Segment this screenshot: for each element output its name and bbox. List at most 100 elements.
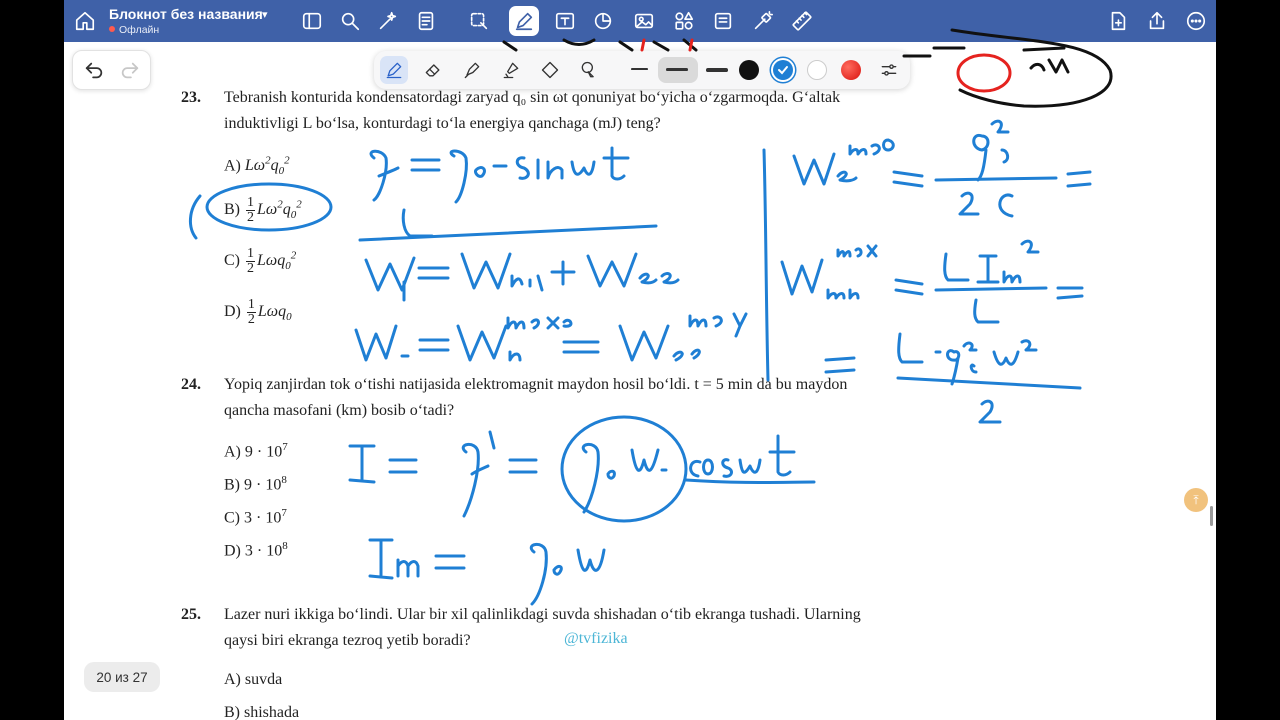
fountain-pen-tool[interactable] (380, 56, 408, 84)
pen-icon (386, 62, 402, 79)
document-read-button[interactable] (411, 6, 441, 36)
ai-assist-button[interactable] (373, 6, 403, 36)
ink-stroke (780, 258, 860, 300)
sticker-button[interactable] (708, 6, 738, 36)
answer-option: C) 1 2 Lωq02 (224, 246, 297, 276)
ink-stroke (401, 208, 434, 238)
color-swatch-white[interactable] (807, 60, 827, 80)
image-button[interactable] (629, 6, 659, 36)
answer-option: B) 9 · 108 (224, 474, 287, 494)
pen-settings-button[interactable] (875, 56, 903, 84)
marker-icon (503, 62, 519, 79)
ink-stroke (506, 316, 573, 330)
ruler-icon (792, 11, 812, 31)
ink-stroke (894, 278, 924, 296)
question-text: Lazer nuri ikkiga bo‘lindi. Ular bir xil… (224, 606, 861, 623)
answer-option: B) 1 2 Lω2q02 (224, 195, 302, 225)
ruler-button[interactable] (787, 6, 817, 36)
option-label: C) 3 · 10 (224, 509, 282, 527)
thickness-medium (666, 68, 688, 71)
color-swatch-black[interactable] (739, 60, 759, 80)
ink-fraction-bar (934, 286, 1048, 292)
question-text: qaysi biri ekranga tezroq yetib boradi? (224, 632, 471, 649)
search-button[interactable] (335, 6, 365, 36)
option-label: D) 3 · 10 (224, 542, 283, 560)
document-title[interactable]: Блокнот без названия (109, 6, 263, 22)
answer-option: A) 9 · 107 (224, 441, 288, 461)
thickness-thick[interactable] (706, 68, 728, 72)
color-swatch-blue-selected[interactable] (773, 60, 793, 80)
pen-icon (515, 12, 533, 31)
answer-option: B) shishada (224, 704, 300, 720)
image-icon (634, 13, 654, 29)
redo-button[interactable] (119, 59, 143, 83)
shapes-button[interactable] (588, 6, 618, 36)
ink-stroke (958, 191, 1014, 218)
color-swatch-red[interactable] (841, 60, 861, 80)
watermark: @tvfizika (564, 630, 628, 647)
ink-stroke (369, 149, 400, 202)
text-box-icon (555, 12, 575, 30)
eraser-icon (425, 64, 440, 77)
option-exponent: 7 (281, 507, 287, 519)
ink-stroke (388, 458, 418, 474)
ink-stroke (1066, 170, 1092, 188)
marker-tool[interactable] (497, 56, 525, 84)
ink-stroke (618, 324, 701, 362)
shapes-icon (594, 12, 612, 30)
share-icon (1149, 11, 1165, 30)
answer-option: A) suvda (224, 671, 283, 688)
more-button[interactable] (1181, 6, 1211, 36)
ink-stroke (897, 332, 1038, 386)
share-button[interactable] (1142, 6, 1172, 36)
answer-option: D) 3 · 108 (224, 540, 288, 560)
chevron-down-icon[interactable]: ▾ (262, 8, 268, 21)
lasso-button[interactable] (464, 6, 494, 36)
question-number: 25. (181, 606, 201, 623)
question-text: qancha masofani (km) bosib o‘tadi? (224, 402, 455, 419)
ink-stroke (972, 119, 1010, 182)
notes-app: Блокнот без названия ▾ Офлайн 23. Tebran… (64, 0, 1216, 720)
scrollbar[interactable] (1210, 506, 1213, 526)
ink-stroke (508, 458, 538, 474)
lasso-tool[interactable] (575, 56, 603, 84)
pen-tool-button[interactable] (509, 6, 539, 36)
ink-underline (684, 478, 816, 484)
add-page-button[interactable] (1103, 6, 1133, 36)
option-exponent: 8 (281, 474, 287, 486)
elements-button[interactable] (669, 6, 699, 36)
highlighter-icon (464, 62, 480, 79)
question-text: induktivligi L bo‘lsa, konturdagi to‘la … (224, 115, 661, 132)
shape-tool[interactable] (536, 56, 564, 84)
text-tool-button[interactable] (550, 6, 580, 36)
answer-option: A) Lω2q02 (224, 155, 290, 178)
undo-icon (85, 62, 103, 79)
sidebar-icon (302, 12, 322, 30)
ink-stroke (354, 324, 410, 362)
search-icon (341, 12, 360, 31)
highlighter-tool[interactable] (458, 56, 486, 84)
ink-stroke (689, 434, 796, 478)
ink-stroke (417, 266, 450, 280)
ink-stroke (956, 53, 1012, 93)
home-button[interactable] (70, 6, 100, 36)
undo-button[interactable] (83, 59, 107, 83)
page-indicator[interactable]: 20 из 27 (84, 662, 160, 692)
sidebar-toggle-button[interactable] (297, 6, 327, 36)
ink-stroke (460, 252, 544, 292)
option-exponent: 8 (282, 540, 288, 552)
ink-stroke (836, 244, 878, 258)
ink-stroke (515, 146, 630, 181)
option-label: A) (224, 157, 241, 175)
ink-stroke (449, 149, 468, 204)
laser-pointer-button[interactable] (748, 6, 778, 36)
answer-option: D) 1 2 Lωq0 (224, 297, 292, 327)
scroll-to-top-button[interactable]: ⤒ (1184, 488, 1208, 512)
thickness-thin[interactable] (631, 68, 648, 70)
lasso-icon (581, 61, 594, 78)
option-label: C) (224, 252, 240, 270)
ink-stroke (368, 538, 420, 580)
ink-stroke (562, 340, 600, 354)
eraser-tool[interactable] (419, 56, 447, 84)
more-icon (1186, 11, 1206, 31)
